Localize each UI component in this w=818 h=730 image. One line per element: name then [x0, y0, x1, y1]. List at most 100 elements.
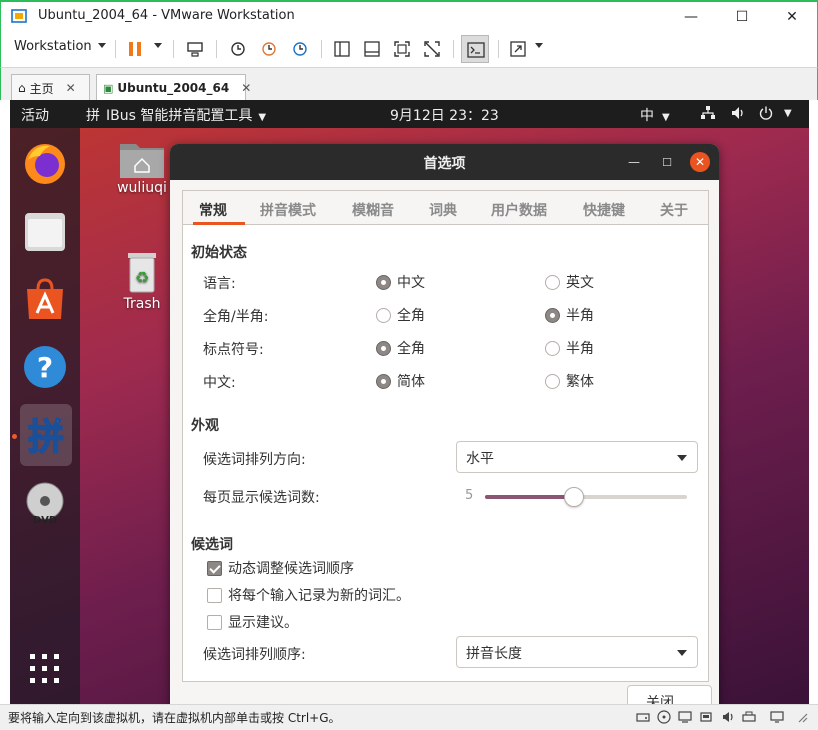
input-method-indicator[interactable]: 中 ▼ [640, 105, 670, 125]
dock-dvd[interactable]: DVD [20, 478, 70, 528]
traditional-radio[interactable]: 繁体 [545, 371, 594, 391]
checkbox-box [207, 587, 222, 603]
tab-ubuntu-close-icon[interactable]: ✕ [241, 81, 251, 95]
preferences-notebook: 常规 拼音模式 模糊音 词典 用户数据 快捷键 关于 初始状态 语言: 中文 英… [182, 190, 709, 682]
library-view-icon[interactable] [332, 39, 352, 59]
punct-full-radio[interactable]: 全角 [376, 338, 425, 358]
network-adapter-icon[interactable] [678, 710, 692, 724]
dialog-maximize-icon[interactable]: ☐ [657, 152, 677, 172]
tab-user-data[interactable]: 用户数据 [491, 200, 547, 220]
workstation-menu[interactable]: Workstation [14, 39, 92, 54]
tab-home[interactable]: ⌂ 主页 ✕ [11, 74, 90, 101]
active-tab-indicator [193, 222, 245, 225]
activities-button[interactable]: 活动 [21, 105, 49, 125]
dynamic-adjust-checkbox[interactable]: 动态调整候选词顺序 [207, 558, 354, 578]
thumbnail-view-icon[interactable] [362, 39, 382, 59]
sort-order-combo[interactable]: 拼音长度 [456, 636, 698, 668]
vmware-window: Ubuntu_2004_64 - VMware Workstation — ☐ … [0, 0, 818, 730]
power-icon[interactable] [758, 105, 774, 121]
stretch-caret-icon[interactable] [535, 43, 543, 48]
chevron-down-icon [677, 455, 687, 461]
toolbar-divider [498, 40, 499, 58]
app-grid-icon [30, 654, 59, 683]
radio-label: 英文 [566, 275, 594, 291]
toolbar-divider [321, 40, 322, 58]
display-icon[interactable] [770, 710, 784, 724]
resize-grip-icon[interactable] [795, 710, 809, 724]
ibus-app-label: IBus 智能拼音配置工具 [106, 108, 253, 124]
revert-snapshot-icon[interactable] [259, 39, 279, 59]
snapshot-icon[interactable] [228, 39, 248, 59]
hard-disk-icon[interactable] [636, 710, 650, 724]
language-english-radio[interactable]: 英文 [545, 272, 594, 292]
clock[interactable]: 9月12日 23：23 [390, 105, 499, 125]
radio-dot [545, 274, 560, 290]
snapshot-manager-icon[interactable] [290, 39, 310, 59]
volume-icon[interactable] [730, 105, 746, 121]
dock-firefox[interactable] [20, 138, 70, 188]
maximize-icon[interactable]: ☐ [719, 2, 765, 31]
sound-icon[interactable] [721, 710, 735, 724]
radio-dot [376, 373, 391, 389]
dock-show-apps[interactable] [20, 644, 70, 694]
tab-general[interactable]: 常规 [199, 200, 227, 220]
desktop-home-folder[interactable]: wuliuqi [114, 138, 170, 196]
home-folder-icon [120, 144, 164, 178]
punct-half-radio[interactable]: 半角 [545, 338, 594, 358]
remember-every-input-checkbox[interactable]: 将每个输入记录为新的词汇。 [207, 585, 410, 605]
radio-label: 半角 [566, 308, 594, 324]
usb-icon[interactable] [699, 710, 713, 724]
tab-home-close-icon[interactable]: ✕ [66, 81, 76, 95]
vm-console[interactable]: 活动 拼 IBus 智能拼音配置工具 ▼ 9月12日 23：23 中 ▼ ▼ ?… [10, 100, 809, 704]
home-folder-label: wuliuqi [117, 180, 167, 196]
system-menu-chevron-icon[interactable]: ▼ [784, 108, 792, 119]
full-width-radio[interactable]: 全角 [376, 305, 425, 325]
page-size-slider-knob[interactable] [564, 487, 584, 507]
desktop-trash[interactable]: ♻ Trash [116, 250, 168, 312]
power-caret-icon[interactable] [154, 43, 162, 48]
minimize-icon[interactable]: — [668, 2, 714, 31]
close-icon[interactable]: ✕ [769, 2, 815, 31]
printer-icon[interactable] [742, 710, 756, 724]
unity-mode-icon[interactable] [422, 39, 442, 59]
fullscreen-icon[interactable] [392, 39, 412, 59]
vmware-status-bar: 要将输入定向到该虚拟机，请在虚拟机内部单击或按 Ctrl+G。 [0, 704, 818, 730]
vmware-titlebar: Ubuntu_2004_64 - VMware Workstation — ☐ … [0, 0, 818, 31]
radio-dot [376, 340, 391, 356]
workstation-caret-icon[interactable] [98, 43, 106, 48]
simplified-radio[interactable]: 简体 [376, 371, 425, 391]
dialog-close-icon[interactable]: ✕ [690, 152, 710, 172]
pinyin-icon: 拼 [27, 416, 65, 457]
dock-pinyin-setup[interactable]: 拼 [20, 404, 72, 466]
sort-order-value: 拼音长度 [466, 646, 522, 662]
console-view-button[interactable] [461, 35, 489, 63]
pause-icon[interactable] [125, 39, 145, 59]
stretch-icon[interactable] [508, 39, 528, 59]
page-size-slider-fill [485, 495, 574, 499]
chevron-down-icon [677, 650, 687, 656]
dock-software[interactable] [20, 274, 70, 324]
dialog-minimize-icon[interactable]: — [624, 152, 644, 172]
tab-fuzzy[interactable]: 模糊音 [352, 200, 394, 220]
tab-ubuntu[interactable]: ▣ Ubuntu_2004_64 ✕ [96, 74, 251, 101]
ibus-app-menu[interactable]: 拼 IBus 智能拼音配置工具 ▼ [86, 105, 266, 125]
tab-dictionary[interactable]: 词典 [429, 200, 457, 220]
dock-files[interactable] [20, 206, 70, 256]
language-chinese-radio[interactable]: 中文 [376, 272, 425, 292]
svg-text:?: ? [37, 351, 53, 384]
tab-pinyin-mode[interactable]: 拼音模式 [260, 200, 316, 220]
help-icon: ? [24, 346, 66, 388]
half-width-radio[interactable]: 半角 [545, 305, 594, 325]
tab-about[interactable]: 关于 [660, 200, 688, 220]
send-keys-icon[interactable] [185, 39, 205, 59]
orientation-label: 候选词排列方向: [203, 452, 306, 468]
network-icon[interactable] [700, 105, 716, 121]
checkbox-label: 将每个输入记录为新的词汇。 [228, 588, 410, 604]
orientation-combo[interactable]: 水平 [456, 441, 698, 473]
dock-help[interactable]: ? [20, 342, 70, 392]
show-suggestions-checkbox[interactable]: 显示建议。 [207, 612, 298, 632]
cd-drive-icon[interactable] [657, 710, 671, 724]
close-button[interactable]: 关闭(C) [627, 685, 712, 704]
tab-shortcuts[interactable]: 快捷键 [583, 200, 625, 220]
files-icon [25, 213, 65, 251]
